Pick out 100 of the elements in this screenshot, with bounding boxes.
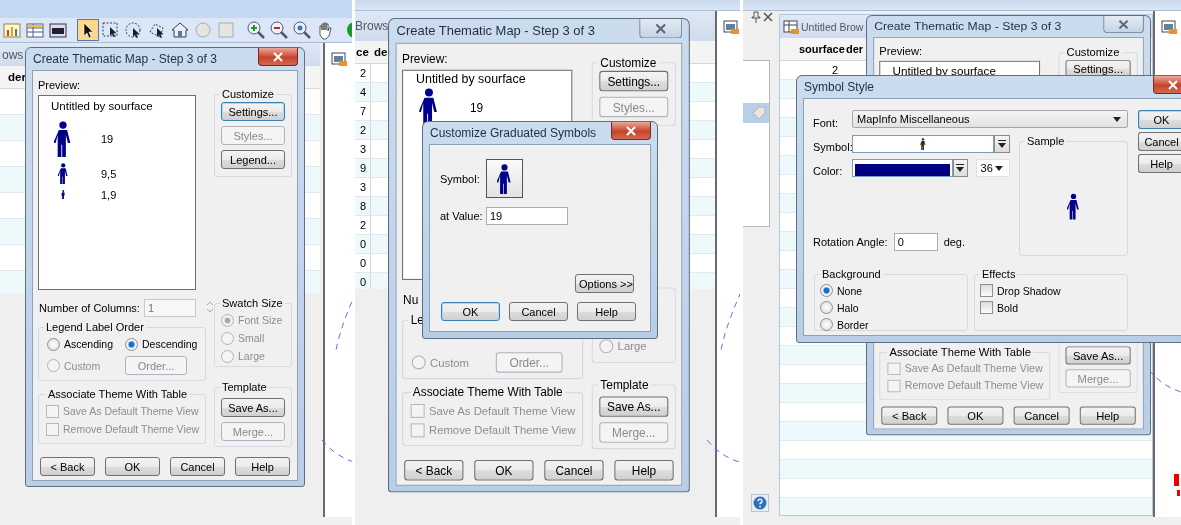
window-title: Brows [355, 19, 389, 33]
caret-icon [956, 163, 965, 173]
radio-option[interactable]: Ascending [47, 335, 125, 353]
group-title: Template [599, 378, 650, 391]
help-icon[interactable] [751, 494, 769, 512]
person-icon [54, 121, 72, 157]
columns-field[interactable]: 1 [143, 299, 196, 317]
close-icon [1168, 79, 1178, 90]
value-field[interactable]: 19 [486, 207, 568, 225]
close-icon [626, 125, 636, 136]
customize-button[interactable]: Settings... [221, 102, 285, 121]
dialog-button[interactable]: OK [947, 406, 1004, 425]
dialog-button[interactable]: Help [1079, 406, 1136, 425]
color-field[interactable] [852, 159, 954, 177]
group-title: Customize [599, 55, 658, 69]
close-icon [1118, 19, 1129, 29]
house-icon[interactable] [170, 20, 190, 40]
dialog-button[interactable]: Help [614, 460, 674, 481]
zoom-out-icon[interactable] [269, 20, 289, 40]
value-label: at Value: [440, 210, 484, 222]
dialog-button[interactable]: OK [105, 457, 160, 476]
table-cell: 0 [355, 235, 371, 253]
template-button[interactable]: Save As... [599, 396, 669, 417]
font-dropdown[interactable]: MapInfo Miscellaneous [852, 110, 1128, 128]
zoom-in-icon[interactable] [246, 20, 266, 40]
dialog-title: Create Thematic Map - Step 3 of 3 [32, 52, 217, 66]
close-button[interactable] [611, 122, 651, 140]
checkbox[interactable]: Bold [980, 299, 1122, 316]
group-title: Customize [221, 88, 275, 100]
options-button[interactable]: Options >> [575, 274, 634, 293]
radius-select-icon[interactable] [124, 20, 144, 40]
group-title: Effects [981, 268, 1017, 280]
table-cell: 4 [355, 83, 371, 101]
dialog-title: Create Thematic Map - Step 3 of 3 [873, 19, 1062, 34]
customize-button[interactable]: Legend... [221, 150, 285, 169]
close-button[interactable] [639, 19, 683, 39]
window-icon[interactable] [48, 20, 68, 40]
legend-value: 19 [469, 101, 484, 114]
template-button[interactable]: Save As... [221, 398, 285, 417]
map-window-icon [1161, 19, 1177, 35]
dialog-button[interactable]: < Back [881, 406, 938, 425]
dialog-button[interactable]: OK [1138, 110, 1181, 129]
close-button[interactable] [258, 48, 298, 66]
arrow-cursor-icon[interactable] [78, 20, 98, 40]
dialog-button[interactable]: Cancel [170, 457, 225, 476]
customize-button[interactable]: Settings... [599, 70, 669, 92]
table-cell: 9 [355, 159, 371, 177]
font-label: Font: [813, 116, 840, 129]
dialog-button[interactable]: Help [577, 302, 636, 321]
spin-arrows-icon [205, 299, 214, 314]
column-header[interactable]: sourface [799, 43, 846, 55]
dropdown-button[interactable] [953, 159, 968, 177]
preview-label: Preview: [402, 52, 449, 66]
dialog-button[interactable]: Cancel [1138, 132, 1181, 151]
rotation-field[interactable]: 0 [893, 233, 938, 251]
checkbox[interactable]: Drop Shadow [980, 282, 1122, 299]
column-header[interactable]: ce [355, 46, 372, 58]
dialog-button[interactable]: Cancel [544, 460, 604, 481]
dialog-button[interactable]: < Back [40, 457, 95, 476]
dialog-button[interactable]: OK [474, 460, 534, 481]
legend-value: 19 [101, 133, 114, 145]
radio-option[interactable]: Halo [820, 299, 962, 316]
dropdown-button[interactable] [994, 135, 1010, 153]
dialog-button[interactable]: Help [235, 457, 290, 476]
close-icon [273, 51, 283, 62]
dialog-button[interactable]: OK [441, 302, 500, 321]
magnifier-icon[interactable] [292, 20, 312, 40]
close-button[interactable] [1153, 76, 1181, 94]
template-button[interactable]: Save As... [1065, 346, 1131, 365]
dialog-title: Customize Graduated Symbols [429, 126, 597, 140]
table-cell: 8 [355, 197, 371, 215]
person-icon [60, 190, 66, 199]
columns-label: Nu [403, 292, 419, 306]
symbol-field[interactable] [852, 135, 994, 153]
close-button[interactable] [1103, 15, 1144, 34]
table-cell: 3 [355, 178, 371, 196]
chart-icon[interactable] [2, 20, 22, 40]
table-icon[interactable] [25, 20, 45, 40]
dialog-button[interactable]: Cancel [1013, 406, 1070, 425]
symbol-button[interactable] [486, 159, 523, 198]
table-cell: 0 [355, 273, 371, 289]
dialog-button[interactable]: Help [1138, 154, 1181, 173]
dialog-button[interactable]: Cancel [509, 302, 568, 321]
size-dropdown[interactable]: 36 [975, 159, 1010, 177]
table-cell: 2 [355, 64, 371, 82]
marquee-select-icon[interactable] [101, 20, 121, 40]
column-header[interactable]: der [846, 43, 864, 55]
dialog-button[interactable]: < Back [404, 460, 464, 481]
caret-icon [1113, 116, 1121, 122]
pin-icon[interactable] [751, 11, 761, 23]
preview-label: Preview: [38, 79, 82, 91]
close-icon[interactable] [763, 12, 773, 22]
radio-option[interactable]: None [820, 282, 962, 299]
radio-option[interactable]: Descending [125, 335, 195, 353]
group-title: Associate Theme With Table [47, 388, 188, 400]
radio-option[interactable]: Border [820, 316, 962, 333]
table-icon [783, 18, 799, 35]
column-header[interactable]: der [8, 71, 26, 83]
rotation-label: Rotation Angle: [813, 236, 888, 248]
unit-label: deg. [943, 236, 966, 248]
